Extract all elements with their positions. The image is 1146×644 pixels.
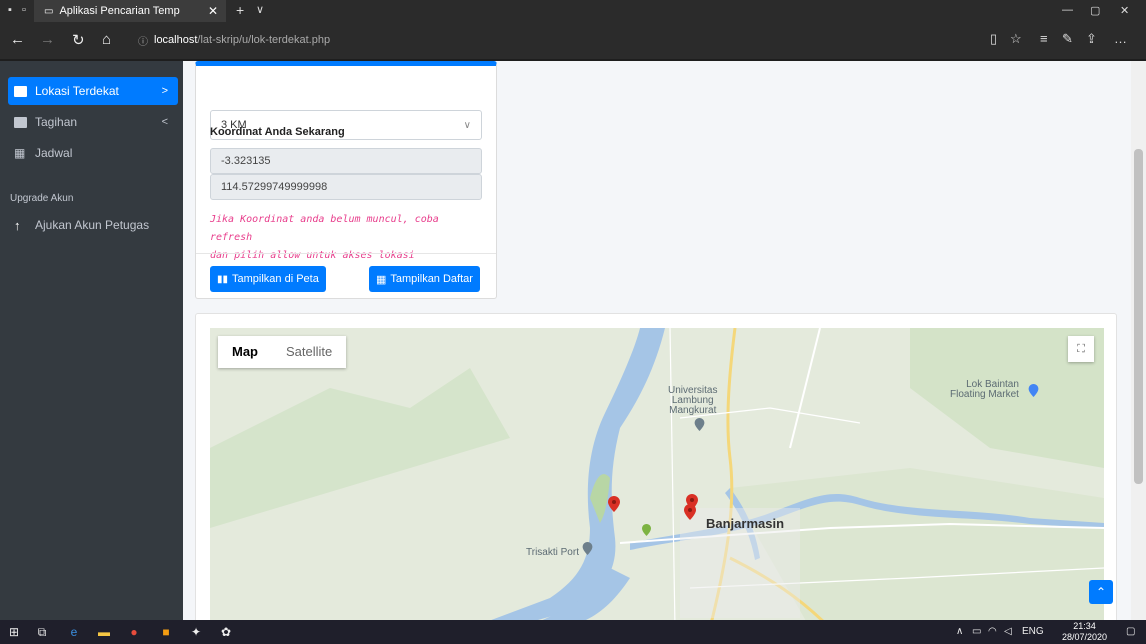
- coordinates-label: Koordinat Anda Sekarang: [210, 126, 345, 138]
- show-map-button[interactable]: ▮▮ Tampilkan di Peta: [210, 266, 326, 292]
- upload-arrow-icon: ↑: [14, 217, 21, 233]
- restore-button[interactable]: ▢: [1090, 4, 1100, 17]
- app-icon[interactable]: ■: [158, 624, 174, 640]
- address-bar: ← → ↻ ⌂ ⓘ localhost/lat-skrip/u/lok-terd…: [0, 22, 1146, 61]
- battery-icon[interactable]: ▭: [972, 626, 981, 637]
- hint-line: Jika Koordinat anda belum muncul, coba r…: [210, 214, 439, 243]
- map-canvas: [210, 328, 1104, 620]
- language-indicator[interactable]: ENG: [1022, 626, 1044, 637]
- floating-market-label-line: Floating Market: [950, 389, 1019, 400]
- scrollbar-thumb[interactable]: [1134, 149, 1143, 484]
- hint-line: dan pilih allow untuk akses lokasi: [210, 250, 415, 261]
- sidebar-section-header: Upgrade Akun: [10, 193, 74, 204]
- tray-chevron-icon[interactable]: ∧: [956, 626, 963, 637]
- volume-icon[interactable]: ◁: [1004, 626, 1012, 637]
- close-window-button[interactable]: ✕: [1120, 4, 1129, 17]
- tab-preview-icon[interactable]: ▫: [22, 4, 26, 16]
- reading-view-icon[interactable]: ▯: [990, 31, 997, 47]
- favorites-list-icon[interactable]: ≡: [1040, 31, 1048, 46]
- university-label-line: Mangkurat: [669, 405, 717, 416]
- forward-icon[interactable]: →: [40, 31, 55, 48]
- home-icon[interactable]: ⌂: [102, 31, 111, 48]
- map-icon: ▮▮: [217, 273, 229, 285]
- sidebar-item-lokasi-terdekat[interactable]: Lokasi Terdekat >: [8, 77, 178, 105]
- show-list-button[interactable]: ▦ Tampilkan Daftar: [369, 266, 480, 292]
- location-pin-icon[interactable]: [608, 496, 620, 512]
- university-marker-icon: [694, 418, 705, 431]
- clock-date: 28/07/2020: [1062, 632, 1108, 642]
- page-scrollbar[interactable]: [1131, 61, 1146, 620]
- calendar-icon: ▦: [14, 146, 26, 160]
- windows-taskbar: ⊞ ⧉ e ▬ ● ■ ✦ ✿ ∧ ▭ ◠ ◁ ENG 21:34 28/07/…: [0, 620, 1146, 644]
- edge-browser-icon[interactable]: e: [66, 624, 82, 640]
- url-host: localhost: [154, 34, 198, 46]
- show-map-label: Tampilkan di Peta: [232, 273, 319, 285]
- chrome-icon[interactable]: ●: [126, 624, 142, 640]
- tab-close-icon[interactable]: ✕: [208, 4, 218, 18]
- city-label: Banjarmasin: [706, 516, 785, 531]
- current-location-pin-icon[interactable]: [642, 524, 651, 536]
- back-icon[interactable]: ←: [10, 31, 25, 48]
- port-marker-icon: [582, 542, 593, 555]
- port-label: Trisakti Port: [526, 547, 579, 558]
- location-form-card: 3 KM ∨ Koordinat Anda Sekarang -3.323135…: [195, 61, 497, 299]
- chevron-down-icon: ∨: [463, 119, 471, 131]
- sidebar-item-label: Jadwal: [35, 146, 73, 160]
- chevron-left-icon: <: [161, 116, 168, 128]
- table-icon: ▦: [376, 273, 387, 286]
- task-view-icon[interactable]: ⧉: [34, 624, 50, 640]
- chevron-right-icon: >: [161, 85, 168, 97]
- tab-title: Aplikasi Pencarian Temp: [59, 5, 180, 17]
- notification-icon[interactable]: ▢: [1126, 626, 1135, 637]
- tab-dropdown-icon[interactable]: ∨: [256, 3, 264, 16]
- windows-start-icon[interactable]: ⊞: [6, 624, 22, 640]
- url-path: /lat-skrip/u/lok-terdekat.php: [197, 34, 331, 46]
- main-content: 3 KM ∨ Koordinat Anda Sekarang -3.323135…: [183, 61, 1131, 620]
- floating-market-label: Lok Baintan Floating Market: [950, 380, 1019, 400]
- card-divider: [196, 253, 496, 254]
- map-icon: [14, 85, 27, 97]
- browser-titlebar: ▪ ▫ ▭ Aplikasi Pencarian Temp ✕ + ∨ — ▢ …: [0, 0, 1146, 22]
- url-field[interactable]: ⓘ localhost/lat-skrip/u/lok-terdekat.php: [138, 30, 978, 50]
- sidebar-item-label: Ajukan Akun Petugas: [35, 218, 150, 232]
- file-explorer-icon[interactable]: ▬: [96, 624, 112, 640]
- map-card: Map Satellite ⛶ Universitas Lambung Mang…: [195, 313, 1117, 620]
- sidebar-item-label: Tagihan: [35, 115, 78, 129]
- clock[interactable]: 21:34 28/07/2020: [1062, 621, 1107, 643]
- clock-time: 21:34: [1073, 621, 1096, 631]
- sidebar-item-label: Lokasi Terdekat: [35, 84, 119, 98]
- refresh-icon[interactable]: ↻: [72, 31, 85, 49]
- sidebar: Lokasi Terdekat > Tagihan < ▦ Jadwal Upg…: [0, 61, 183, 620]
- sidebar-item-jadwal[interactable]: ▦ Jadwal: [8, 139, 178, 167]
- minimize-button[interactable]: —: [1062, 4, 1073, 16]
- location-pin-icon[interactable]: [684, 504, 696, 520]
- share-icon[interactable]: ⇪: [1086, 31, 1097, 47]
- info-icon: ⓘ: [138, 36, 148, 48]
- favorite-star-icon[interactable]: ☆: [1010, 31, 1022, 47]
- university-label: Universitas Lambung Mangkurat: [668, 386, 717, 416]
- scroll-to-top-button[interactable]: ⌃: [1089, 580, 1113, 604]
- longitude-field: 114.57299749999998: [210, 174, 482, 200]
- pen-icon[interactable]: ✎: [1062, 31, 1073, 47]
- app-icon[interactable]: ✿: [218, 624, 234, 640]
- map-type-control: Map Satellite: [218, 336, 347, 368]
- fullscreen-icon[interactable]: ⛶: [1068, 336, 1094, 362]
- app-icon[interactable]: ✦: [188, 624, 204, 640]
- more-icon[interactable]: …: [1114, 31, 1127, 46]
- hint-text: Jika Koordinat anda belum muncul, coba r…: [210, 211, 480, 265]
- sidebar-item-ajukan-akun[interactable]: ↑ Ajukan Akun Petugas: [8, 211, 178, 239]
- map-type-satellite-button[interactable]: Satellite: [272, 336, 346, 368]
- show-list-label: Tampilkan Daftar: [390, 273, 473, 285]
- map-view[interactable]: Map Satellite ⛶ Universitas Lambung Mang…: [210, 328, 1104, 620]
- wifi-icon[interactable]: ◠: [988, 626, 997, 637]
- map-type-map-button[interactable]: Map: [218, 336, 272, 368]
- market-marker-icon: [1028, 384, 1039, 397]
- new-tab-button[interactable]: +: [236, 2, 244, 18]
- page-icon: ▭: [44, 5, 54, 17]
- browser-tab[interactable]: ▭ Aplikasi Pencarian Temp ✕: [34, 0, 226, 22]
- window-menu-icon[interactable]: ▪: [8, 4, 12, 16]
- sidebar-item-tagihan[interactable]: Tagihan <: [8, 108, 178, 136]
- money-icon: [14, 116, 27, 128]
- latitude-field: -3.323135: [210, 148, 482, 174]
